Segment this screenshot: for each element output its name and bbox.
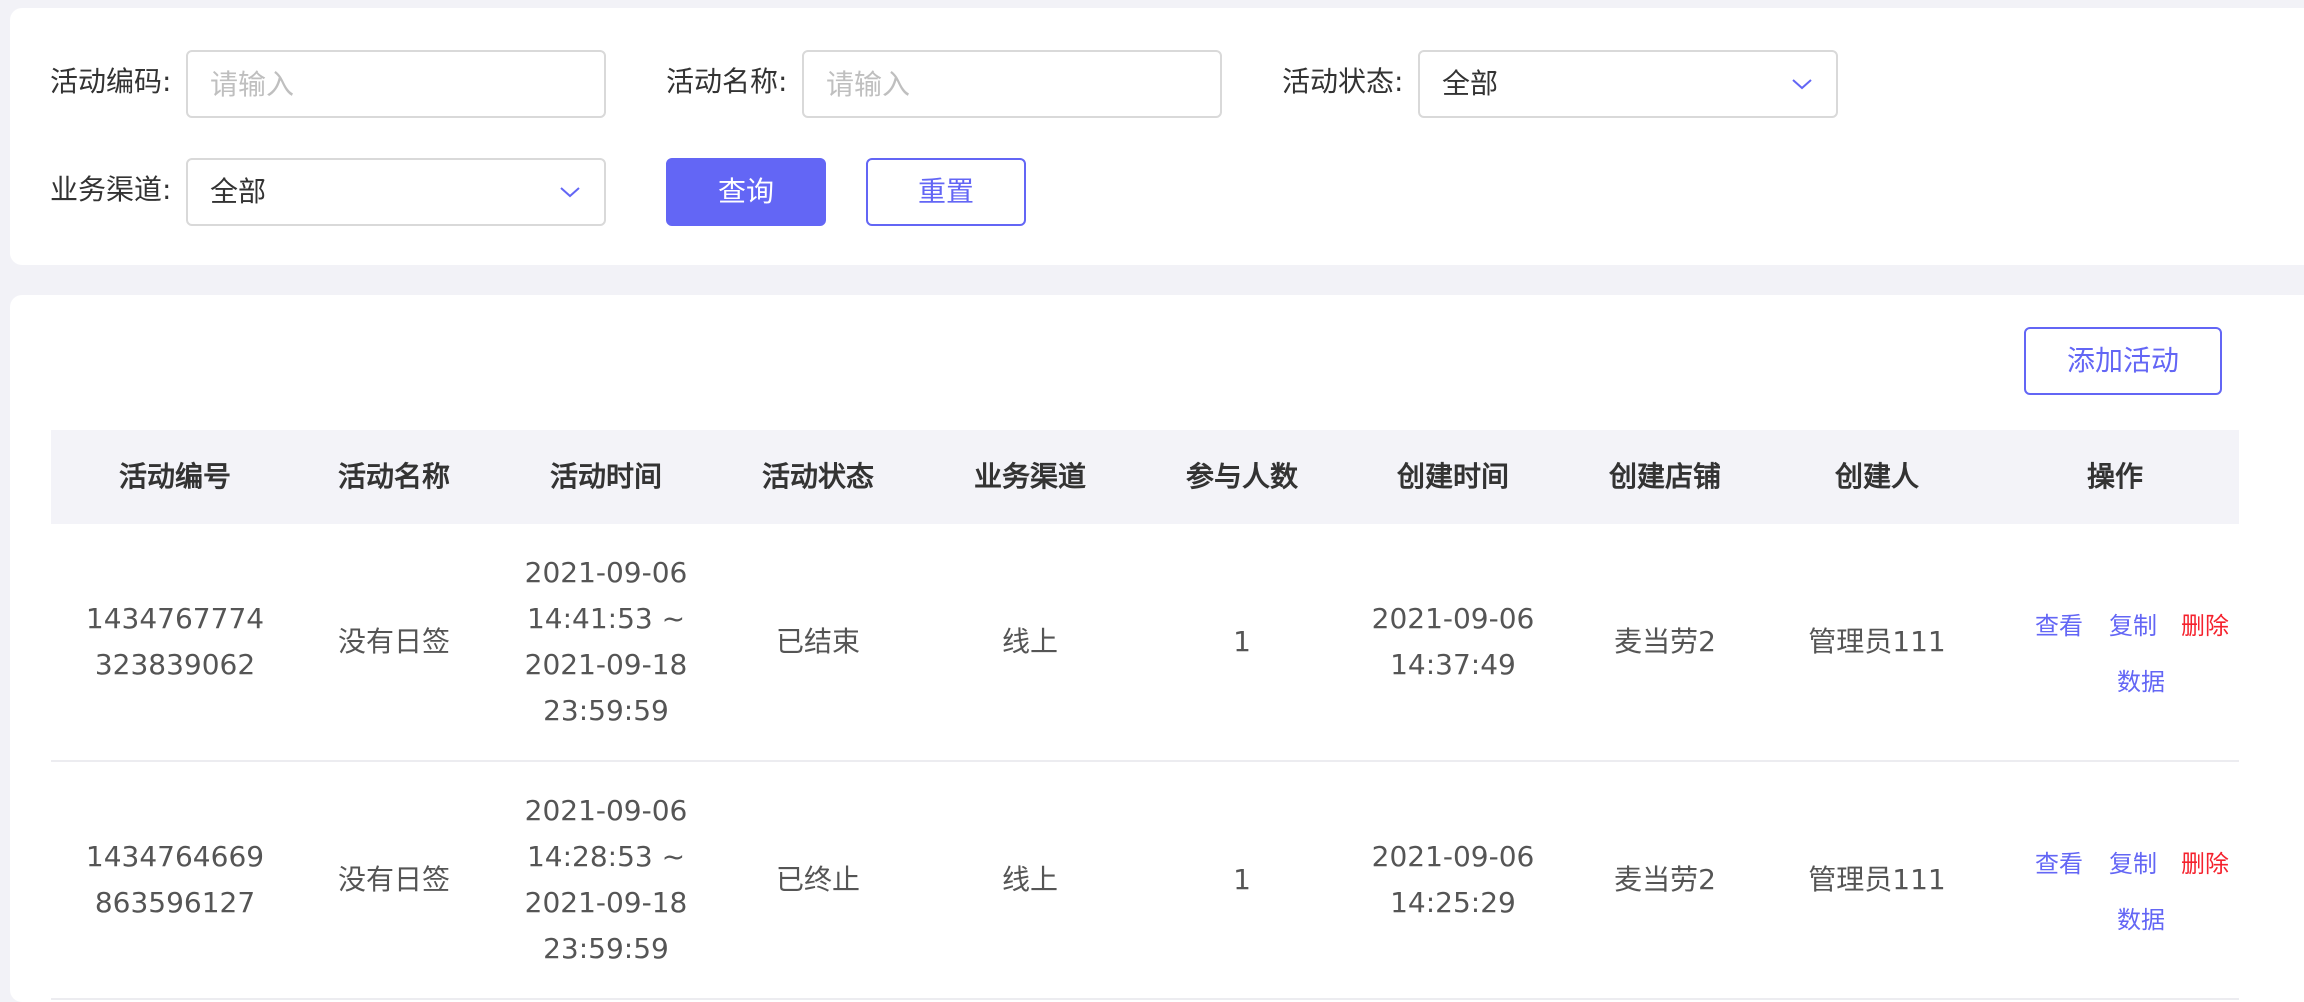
data-link[interactable]: 数据 bbox=[2117, 662, 2165, 697]
activity-status-select[interactable]: 全部 bbox=[1418, 50, 1838, 118]
activity-name-cell: 没有日签 bbox=[337, 625, 450, 658]
table-row: 1434767774323839062 没有日签 2021-09-06 14:4… bbox=[51, 524, 2239, 762]
activity-code-label: 活动编码: bbox=[50, 65, 172, 98]
creator-cell: 管理员111 bbox=[1808, 863, 1946, 896]
activity-time-cell: 2021-09-06 14:41:53 ~ 2021-09-18 23:59:5… bbox=[524, 556, 688, 727]
copy-link[interactable]: 复制 bbox=[2109, 844, 2157, 879]
filter-panel: 活动编码: 活动名称: 活动状态: 全部 业务渠道: 全部 查询 重置 bbox=[10, 8, 2304, 265]
creator-cell: 管理员111 bbox=[1808, 625, 1946, 658]
participants-cell: 1 bbox=[1233, 625, 1251, 658]
table-panel: 添加活动 活动编号 活动名称 活动时间 活动状态 业务渠道 参与人数 创建时间 … bbox=[10, 295, 2304, 1002]
table-row: 1434764669863596127 没有日签 2021-09-06 14:2… bbox=[51, 762, 2239, 1000]
column-header: 创建人 bbox=[1834, 460, 1920, 493]
activity-status-cell: 已结束 bbox=[775, 625, 860, 658]
column-header: 活动名称 bbox=[337, 460, 451, 493]
activity-name-label: 活动名称: bbox=[666, 65, 788, 98]
table-header: 活动编号 活动名称 活动时间 活动状态 业务渠道 参与人数 创建时间 创建店铺 … bbox=[51, 430, 2239, 524]
column-header: 业务渠道 bbox=[973, 460, 1087, 493]
created-time-cell: 2021-09-06 14:37:49 bbox=[1371, 602, 1535, 681]
view-link[interactable]: 查看 bbox=[2035, 606, 2083, 641]
copy-link[interactable]: 复制 bbox=[2109, 606, 2157, 641]
business-channel-value: 全部 bbox=[210, 175, 267, 208]
query-button[interactable]: 查询 bbox=[666, 158, 826, 226]
view-link[interactable]: 查看 bbox=[2035, 844, 2083, 879]
business-channel-select[interactable]: 全部 bbox=[186, 158, 606, 226]
created-store-cell: 麦当劳2 bbox=[1614, 625, 1716, 658]
activity-status-label: 活动状态: bbox=[1282, 65, 1404, 98]
data-link[interactable]: 数据 bbox=[2117, 900, 2165, 935]
activity-status-value: 全部 bbox=[1442, 67, 1499, 100]
delete-link[interactable]: 删除 bbox=[2181, 606, 2229, 641]
created-time-cell: 2021-09-06 14:25:29 bbox=[1371, 840, 1535, 919]
activity-name-cell: 没有日签 bbox=[337, 863, 450, 896]
row-actions: 查看 复制 删除 数据 bbox=[2015, 762, 2229, 998]
column-header: 活动状态 bbox=[761, 460, 875, 493]
business-channel-cell: 线上 bbox=[1001, 625, 1058, 658]
activity-id-cell: 1434764669863596127 bbox=[85, 840, 265, 919]
business-channel-label: 业务渠道: bbox=[50, 173, 172, 206]
add-activity-button[interactable]: 添加活动 bbox=[2024, 327, 2222, 395]
column-header: 参与人数 bbox=[1185, 460, 1299, 493]
participants-cell: 1 bbox=[1233, 863, 1251, 896]
activity-time-cell: 2021-09-06 14:28:53 ~ 2021-09-18 23:59:5… bbox=[524, 794, 688, 965]
column-header: 活动时间 bbox=[549, 460, 663, 493]
activity-status-cell: 已终止 bbox=[775, 863, 860, 896]
activity-id-cell: 1434767774323839062 bbox=[85, 602, 265, 681]
activity-name-input[interactable] bbox=[802, 50, 1222, 118]
chevron-down-icon bbox=[560, 187, 580, 198]
activity-code-input[interactable] bbox=[186, 50, 606, 118]
created-store-cell: 麦当劳2 bbox=[1614, 863, 1716, 896]
reset-button[interactable]: 重置 bbox=[866, 158, 1026, 226]
column-header: 创建店铺 bbox=[1608, 460, 1722, 493]
column-header: 操作 bbox=[2086, 460, 2144, 493]
column-header: 活动编号 bbox=[118, 460, 232, 493]
business-channel-cell: 线上 bbox=[1001, 863, 1058, 896]
delete-link[interactable]: 删除 bbox=[2181, 844, 2229, 879]
column-header: 创建时间 bbox=[1396, 460, 1510, 493]
chevron-down-icon bbox=[1792, 79, 1812, 90]
row-actions: 查看 复制 删除 数据 bbox=[2015, 524, 2229, 760]
